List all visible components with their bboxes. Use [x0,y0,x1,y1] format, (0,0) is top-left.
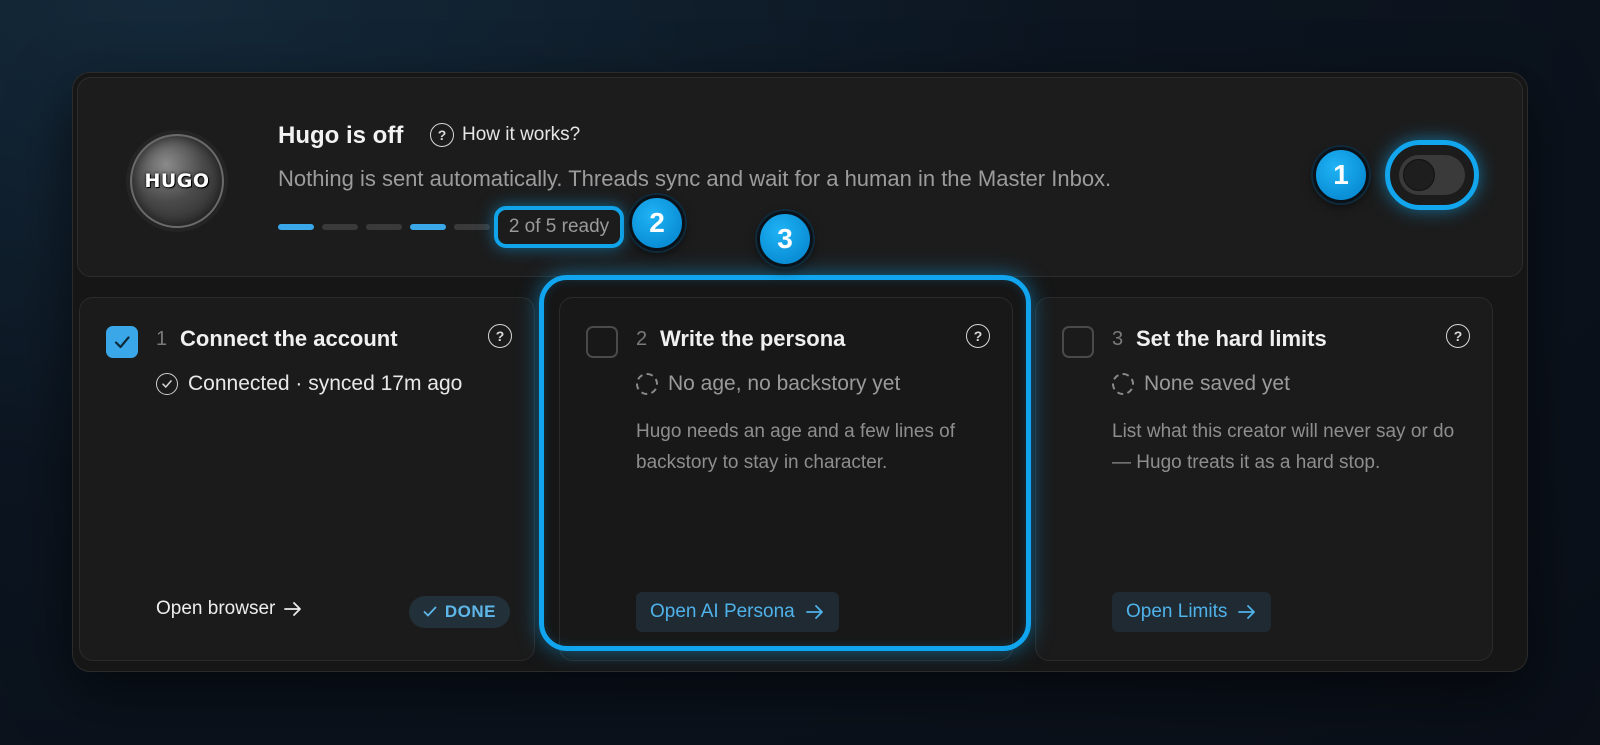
open-browser-label: Open browser [156,598,276,619]
how-it-works-label: How it works? [462,124,581,145]
step-number: 2 [636,328,648,350]
check-icon [423,606,437,617]
hugo-setup-panel: HUGO Hugo is off ? How it works? Nothing… [72,72,1528,672]
arrow-right-icon [805,605,823,619]
step-number: 1 [156,328,168,350]
step-card-connect-account: 1 Connect the account ? Connected · sync… [79,297,535,661]
callout-badge-3: 3 [757,211,813,267]
step-status: Connected · synced 17m ago [156,372,462,396]
step-card-write-persona: 2 Write the persona ? No age, no backsto… [559,297,1013,661]
step-card-hard-limits: 3 Set the hard limits ? None saved yet L… [1035,297,1493,661]
callout-badge-2: 2 [629,195,685,251]
done-label: DONE [444,602,496,621]
dashed-circle-icon [636,373,658,395]
step-status: None saved yet [1112,372,1290,396]
open-ai-persona-label: Open AI Persona [650,601,795,622]
progress-segment [322,224,358,230]
step-checkbox[interactable] [106,326,138,358]
done-badge: DONE [408,596,510,628]
help-circle-icon: ? [430,123,454,147]
progress-segment [366,224,402,230]
step-title: Connect the account [180,326,398,351]
setup-progress-bar [278,224,490,230]
check-circle-icon [156,373,178,395]
ready-count-label: 2 of 5 ready [494,206,624,248]
how-it-works-link[interactable]: ? How it works? [430,123,580,147]
step-description: List what this creator will never say or… [1112,421,1455,473]
toggle-knob [1403,159,1435,191]
step-number: 3 [1112,328,1124,350]
step-title: Write the persona [660,326,846,351]
step-description: Hugo needs an age and a few lines of bac… [636,421,956,473]
open-browser-link[interactable]: Open browser [156,598,303,620]
help-circle-icon[interactable]: ? [966,324,990,348]
arrow-right-icon [284,602,302,616]
hugo-enable-toggle[interactable] [1399,155,1465,195]
step-checkbox[interactable] [1062,326,1094,358]
open-ai-persona-button[interactable]: Open AI Persona [636,592,839,632]
hugo-status-subtitle: Nothing is sent automatically. Threads s… [278,166,1112,191]
callout-badge-1: 1 [1313,147,1369,203]
check-icon [114,336,130,349]
hugo-status-title: Hugo is off [278,122,404,149]
hugo-logo-text: HUGO [144,170,210,192]
progress-segment [410,224,446,230]
step-checkbox[interactable] [586,326,618,358]
step-title: Set the hard limits [1136,326,1327,351]
step-status-text: Connected · synced 17m ago [188,372,463,395]
open-limits-label: Open Limits [1126,601,1228,622]
arrow-right-icon [1238,605,1256,619]
step-status-text: None saved yet [1144,372,1290,395]
dashed-circle-icon [1112,373,1134,395]
progress-segment [454,224,490,230]
hugo-toggle-highlight [1385,140,1479,210]
hugo-logo: HUGO [130,134,224,228]
help-circle-icon[interactable]: ? [1446,324,1470,348]
progress-segment [278,224,314,230]
help-circle-icon[interactable]: ? [488,324,512,348]
step-status: No age, no backstory yet [636,372,900,396]
step-status-text: No age, no backstory yet [668,372,901,395]
open-limits-button[interactable]: Open Limits [1112,592,1272,632]
